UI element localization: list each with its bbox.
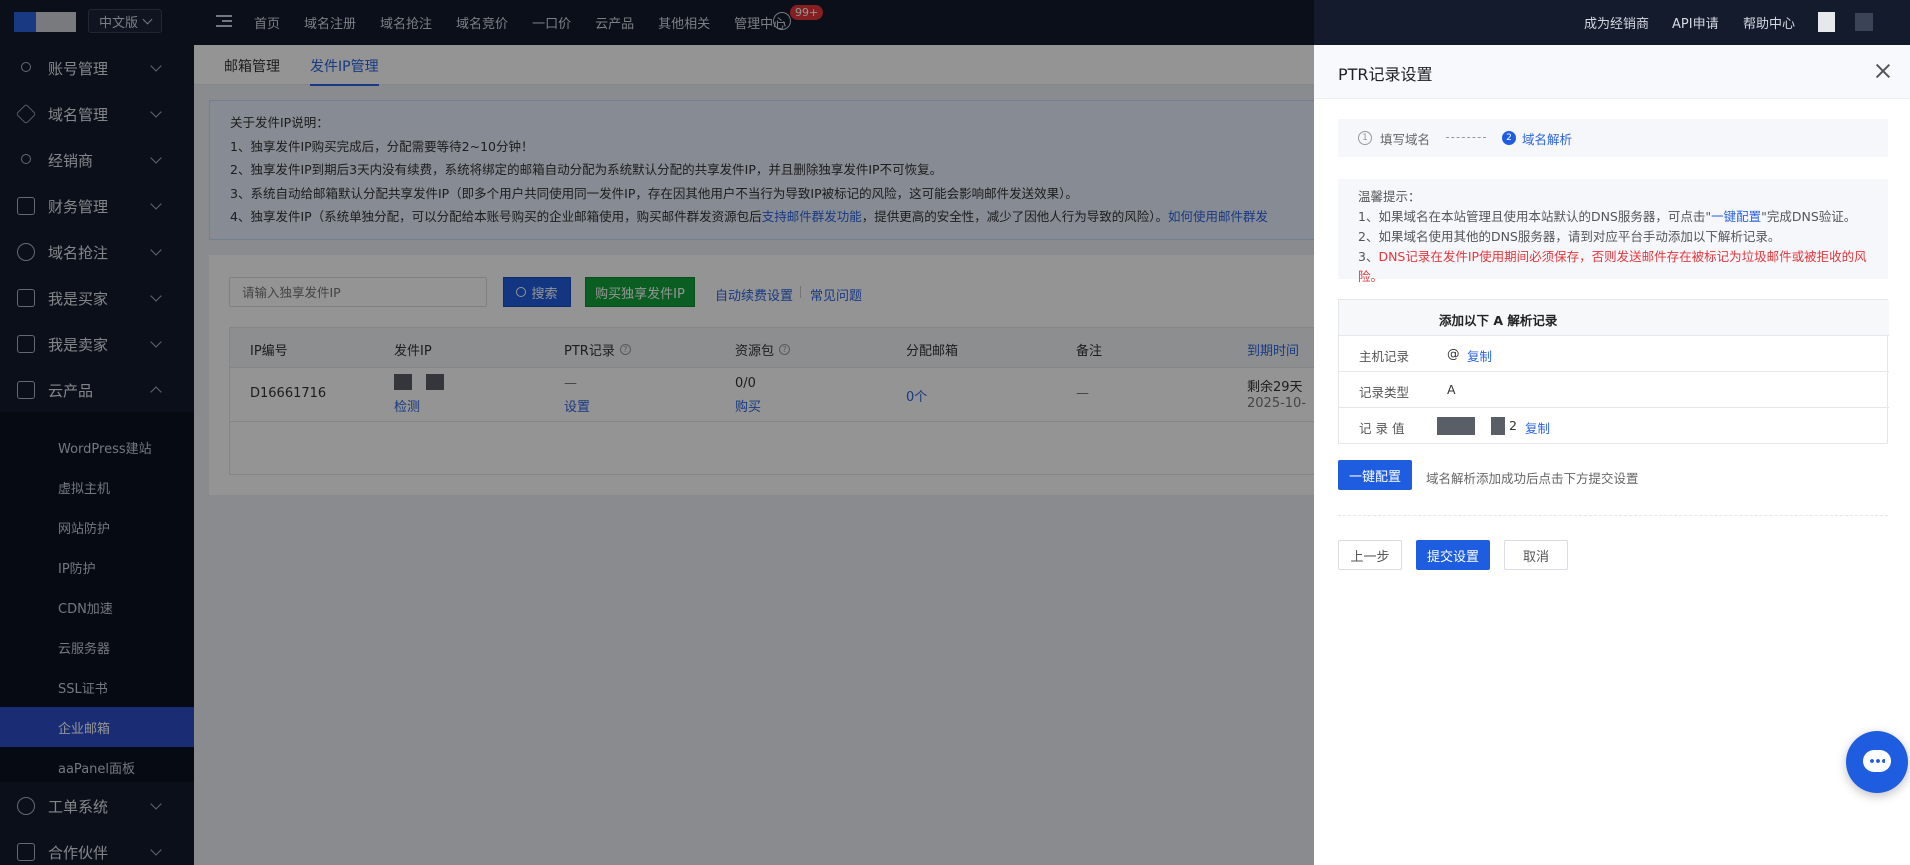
- cancel-button[interactable]: 取消: [1504, 540, 1568, 570]
- one-click-config-button[interactable]: 一键配置: [1338, 460, 1412, 490]
- step-1-label: 填写域名: [1380, 132, 1431, 147]
- tips-line-1-text: 1、如果域名在本站管理且使用本站默认的DNS服务器，可点击": [1358, 209, 1712, 224]
- record-row-host: 主机记录 @ 复制: [1339, 336, 1889, 372]
- record-header-text: 添加以下 A 解析记录: [1439, 313, 1558, 328]
- record-value-host: @: [1447, 346, 1460, 361]
- chat-support-button[interactable]: [1846, 731, 1908, 793]
- modal-overlay[interactable]: [0, 0, 1314, 865]
- chat-dots-icon: [1869, 759, 1885, 763]
- record-key-host: 主机记录: [1359, 349, 1410, 364]
- tips-box: 温馨提示： 1、如果域名在本站管理且使用本站默认的DNS服务器，可点击"一键配置…: [1338, 179, 1888, 284]
- dns-record-table: 添加以下 A 解析记录 主机记录 @ 复制 记录类型 A 记 录 值 2 复制: [1338, 299, 1889, 444]
- tips-line-3-prefix: 3、: [1358, 249, 1379, 264]
- masked-ip: [1437, 417, 1475, 435]
- prev-step-button[interactable]: 上一步: [1338, 540, 1402, 570]
- step-2-label: 域名解析: [1522, 132, 1573, 147]
- help-center-link[interactable]: 帮助中心: [1743, 13, 1795, 32]
- record-value-type: A: [1447, 382, 1456, 397]
- tips-title: 温馨提示：: [1358, 189, 1421, 204]
- tips-line-3: 3、DNS记录在发件IP使用期间必须保存，否则发送邮件存在被标记为垃圾邮件或被拒…: [1358, 247, 1868, 287]
- step-indicator: 1 填写域名 2 域名解析: [1338, 119, 1888, 157]
- masked-ip: [1491, 417, 1505, 435]
- record-header: 添加以下 A 解析记录: [1339, 300, 1889, 336]
- step-2-number: 2: [1502, 131, 1516, 145]
- record-key-value: 记 录 值: [1359, 421, 1405, 436]
- copy-value-link[interactable]: 复制: [1525, 418, 1550, 437]
- ptr-setting-drawer: PTR记录设置 1 填写域名 2 域名解析 温馨提示： 1、如果域名在本站管理且…: [1314, 45, 1910, 865]
- submit-setting-button[interactable]: 提交设置: [1416, 540, 1490, 570]
- tips-line-1: 1、如果域名在本站管理且使用本站默认的DNS服务器，可点击"一键配置"完成DNS…: [1358, 207, 1868, 227]
- record-row-type: 记录类型 A: [1339, 372, 1889, 408]
- tips-line-2: 2、如果域名使用其他的DNS服务器，请到对应平台手动添加以下解析记录。: [1358, 229, 1781, 244]
- record-value-tail: 2: [1509, 418, 1517, 433]
- config-hint: 域名解析添加成功后点击下方提交设置: [1426, 471, 1639, 486]
- tips-line-3-warning: DNS记录在发件IP使用期间必须保存，否则发送邮件存在被标记为垃圾邮件或被拒收的…: [1358, 249, 1867, 284]
- avatar[interactable]: [1818, 12, 1835, 32]
- copy-host-link[interactable]: 复制: [1467, 346, 1492, 365]
- step-1-number: 1: [1358, 131, 1372, 145]
- close-icon[interactable]: [1876, 64, 1890, 78]
- tips-line-1-text-2: "完成DNS验证。: [1761, 209, 1857, 224]
- record-row-value: 记 录 值 2 复制: [1339, 408, 1889, 444]
- one-click-link[interactable]: 一键配置: [1711, 209, 1761, 224]
- api-apply-link[interactable]: API申请: [1672, 13, 1719, 32]
- record-key-type: 记录类型: [1359, 385, 1410, 400]
- divider: [1338, 515, 1888, 516]
- step-divider: [1446, 137, 1486, 138]
- drawer-header: PTR记录设置: [1314, 45, 1910, 99]
- drawer-title: PTR记录设置: [1338, 65, 1433, 84]
- user-menu-icon[interactable]: [1855, 13, 1873, 31]
- become-reseller-link[interactable]: 成为经销商: [1584, 13, 1649, 32]
